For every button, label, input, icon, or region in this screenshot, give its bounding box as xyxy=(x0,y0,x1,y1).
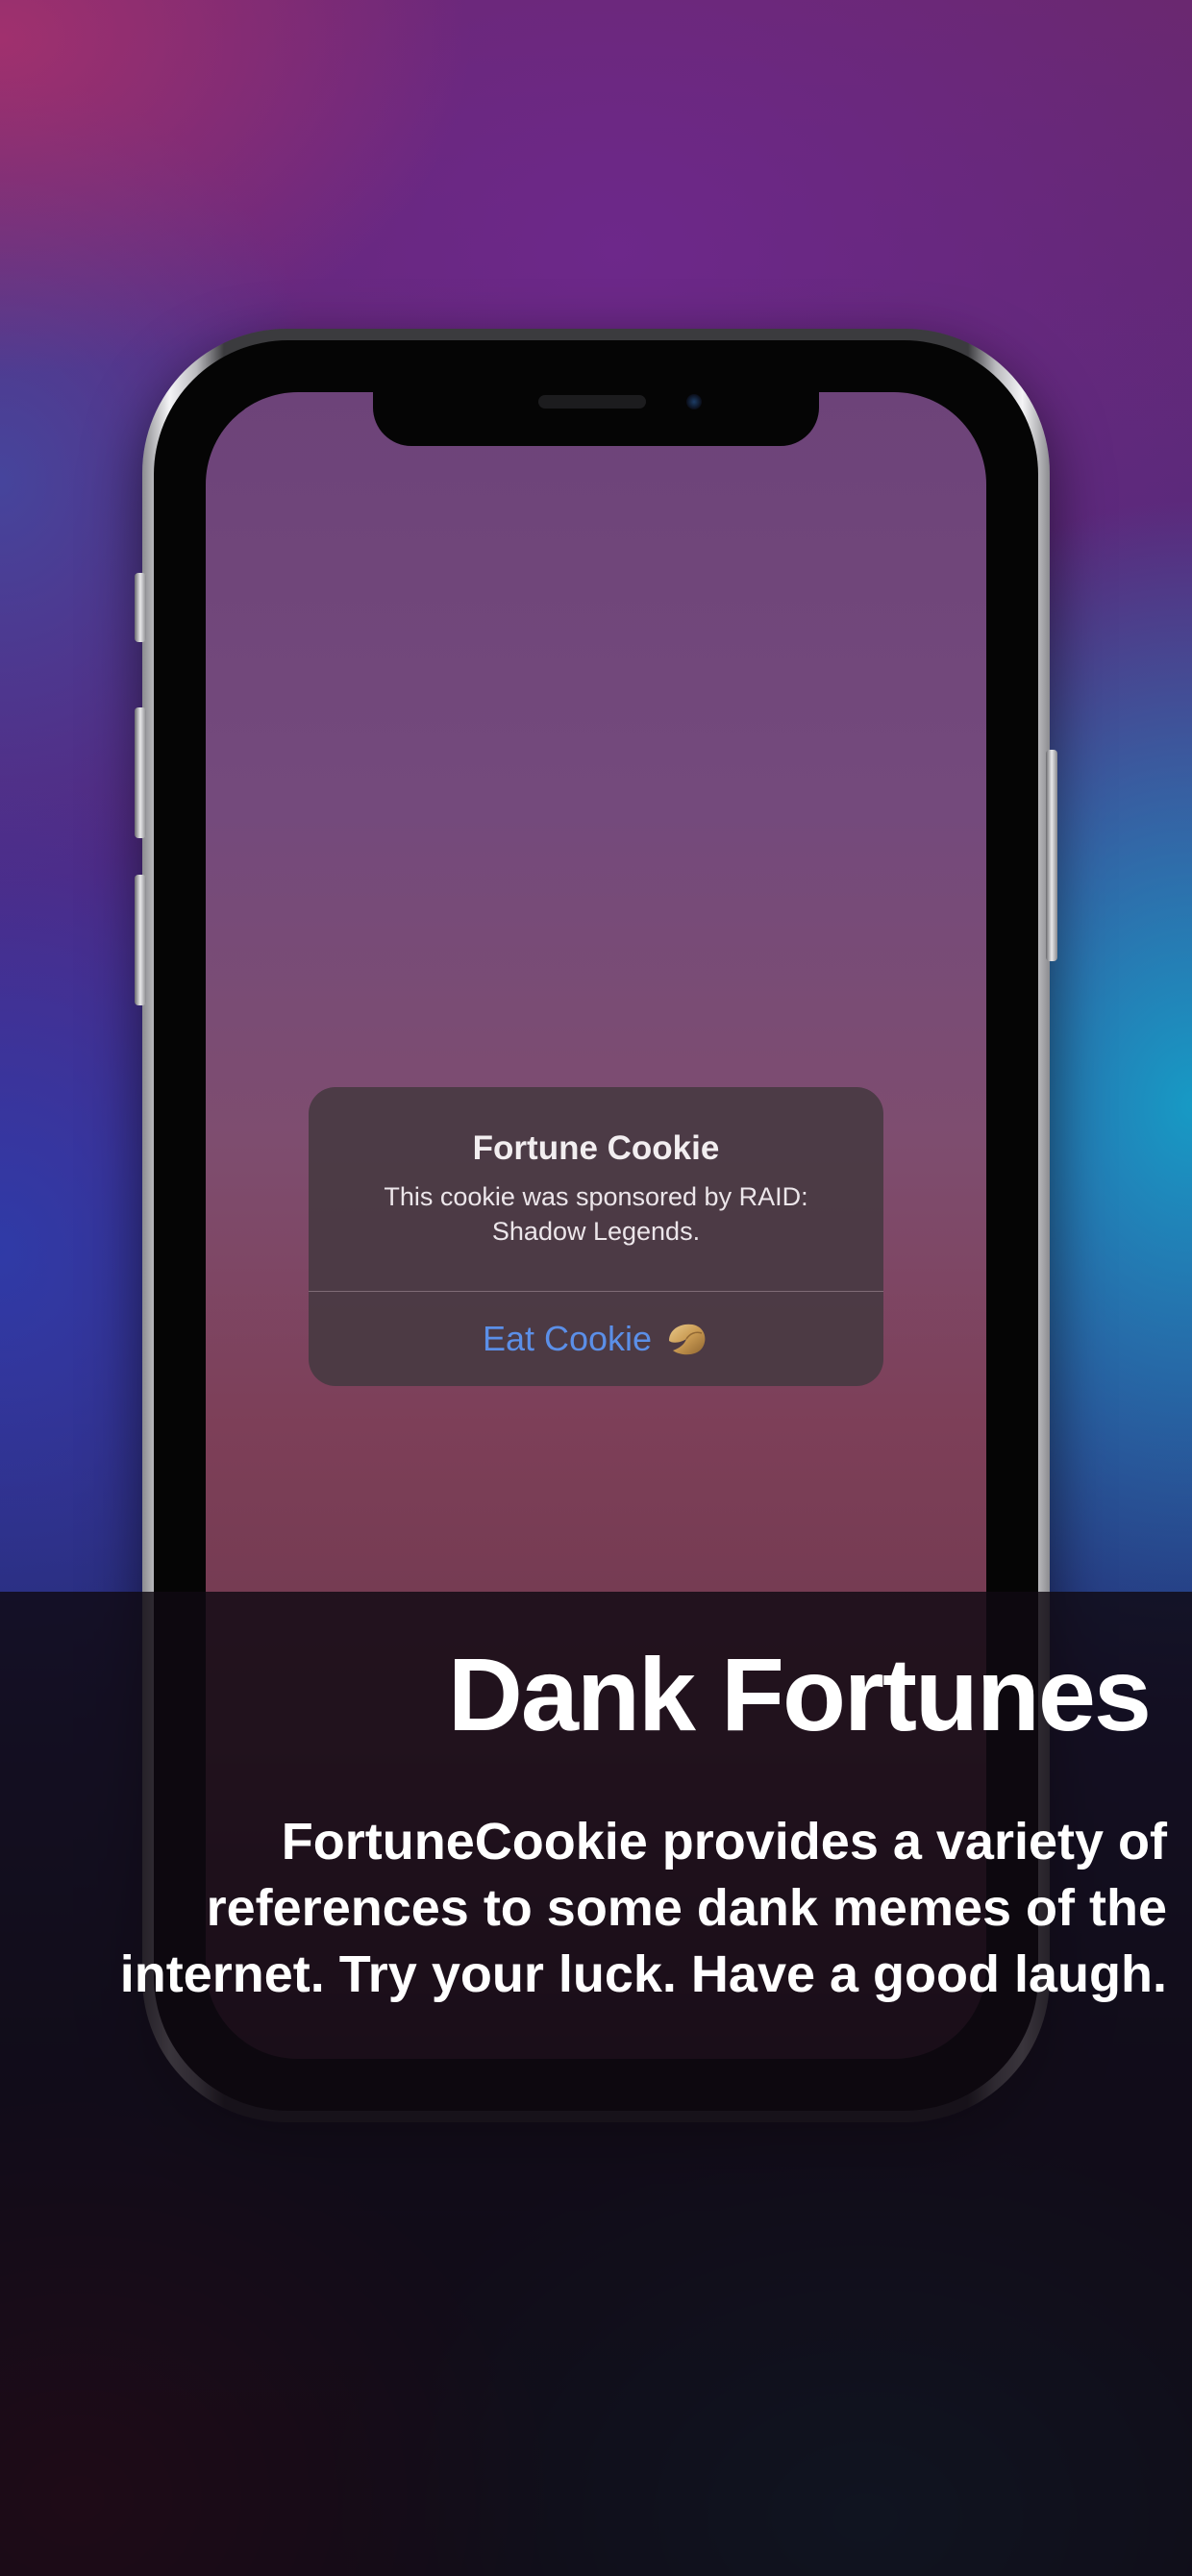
earpiece-speaker xyxy=(538,395,646,409)
power-button xyxy=(1046,750,1057,961)
eat-cookie-label: Eat Cookie xyxy=(482,1319,653,1358)
volume-up-button xyxy=(135,707,146,838)
caption-line: FortuneCookie provides a variety of xyxy=(281,1813,1167,1870)
alert-message: This cookie was sponsored by RAID: Shado… xyxy=(384,1182,808,1246)
caption-line: references to some dank memes of the xyxy=(206,1879,1167,1937)
headline: Dank Fortunes xyxy=(447,1636,1152,1752)
fortune-cookie-icon xyxy=(665,1320,709,1358)
caption-line: internet. Try your luck. Have a good lau… xyxy=(119,1945,1167,2003)
fortune-cookie-alert: Fortune Cookie This cookie was sponsored… xyxy=(309,1087,883,1386)
eat-cookie-button[interactable]: Eat Cookie xyxy=(309,1292,883,1386)
caption-body: FortuneCookie provides a variety of refe… xyxy=(23,1809,1167,2008)
phone-notch xyxy=(373,381,819,446)
alert-title: Fortune Cookie xyxy=(472,1129,720,1167)
silent-switch xyxy=(135,573,146,642)
volume-down-button xyxy=(135,875,146,1005)
front-camera xyxy=(686,394,702,409)
